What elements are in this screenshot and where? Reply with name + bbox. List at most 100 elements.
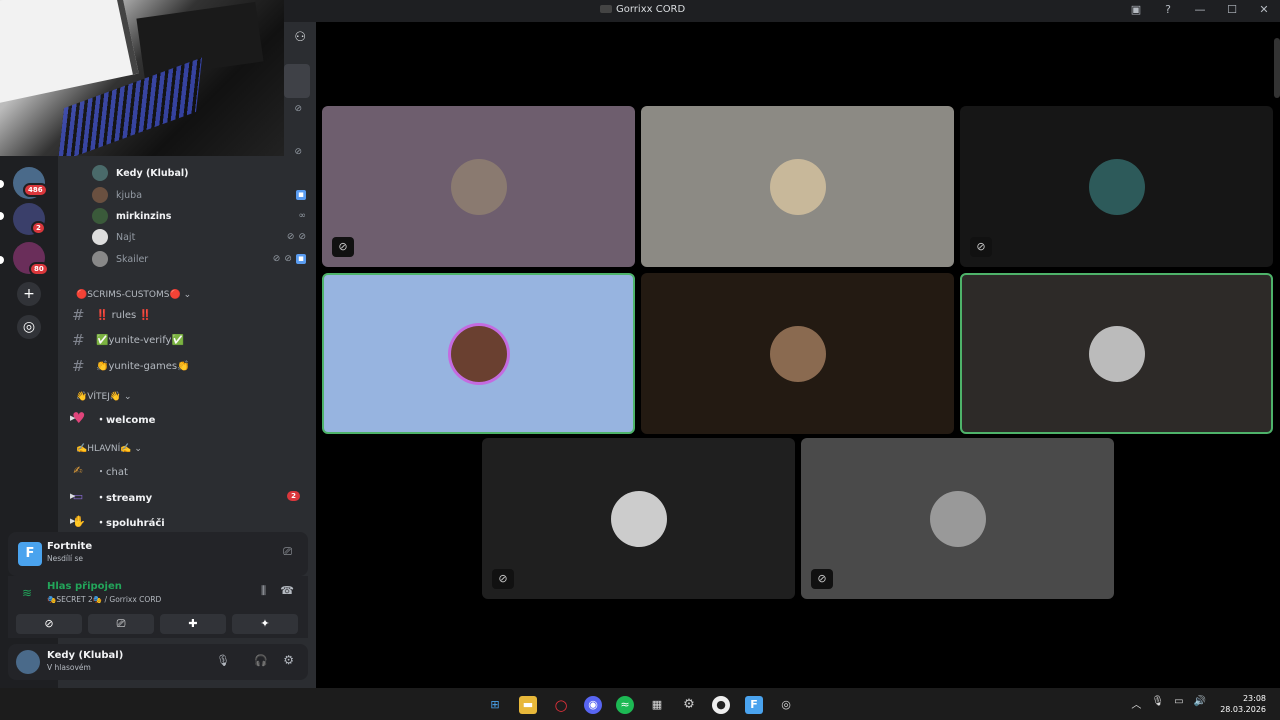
channel-welcome[interactable]: ▶ ♥ ・welcome <box>70 407 308 429</box>
hash-icon: # <box>72 357 85 375</box>
avatar <box>769 325 826 382</box>
screen-share-button[interactable]: ⎚ <box>88 614 154 634</box>
system-clock[interactable]: 23:08 28.03.2026 <box>1220 693 1266 715</box>
add-server-icon[interactable]: + <box>17 282 41 306</box>
file-explorer-icon[interactable]: ▬ <box>519 696 537 714</box>
video-tile[interactable]: ⊘ <box>801 438 1114 599</box>
voice-user[interactable]: Najt ⊘ ⊘ <box>92 227 306 247</box>
spotify-icon[interactable]: ≈ <box>616 696 634 714</box>
voice-user[interactable]: Skailer ⊘ ⊘ ▪ <box>92 249 306 269</box>
channel-rules[interactable]: # ‼️ rules ‼️ <box>72 304 308 326</box>
network-icon[interactable]: ▭ <box>1174 696 1183 711</box>
user-name[interactable]: Kedy (Klubal) <box>47 650 123 661</box>
noise-suppression-icon[interactable]: ⫼ <box>261 584 266 598</box>
voice-status[interactable]: Hlas připojen <box>47 581 122 592</box>
activities-button[interactable]: ✚ <box>160 614 226 634</box>
start-icon[interactable]: ⊞ <box>486 696 504 714</box>
channel-label: ・chat <box>96 466 128 478</box>
camera-off-icon: ⊘ <box>44 617 54 630</box>
disconnect-icon[interactable]: ☎ <box>280 584 294 597</box>
headphones-icon[interactable]: 🎧 <box>254 654 268 667</box>
help-icon[interactable]: ? <box>1160 3 1176 16</box>
minimize-button[interactable]: — <box>1192 3 1208 16</box>
add-member-icon[interactable]: ⚇ <box>294 30 306 45</box>
channel-yunite-verify[interactable]: # ✅yunite-verify✅ <box>72 329 308 351</box>
hash-icon: # <box>72 306 85 324</box>
chevron-down-icon: ⌄ <box>134 444 142 454</box>
video-tile[interactable]: ⊘ <box>482 438 795 599</box>
discover-icon[interactable]: ◎ <box>17 315 41 339</box>
channel-spoluhraci[interactable]: ▶ ✋ ・spoluhráči <box>70 510 308 532</box>
channel-streamy[interactable]: ▶ ▭ ・streamy 2 <box>70 485 308 507</box>
video-tile[interactable] <box>960 273 1273 434</box>
microphone-icon[interactable]: 🎙 <box>216 654 230 667</box>
category-label: ✍️HLAVNÍ✍️ <box>76 444 132 454</box>
avatar <box>92 187 108 203</box>
guild-pill <box>0 256 4 264</box>
voice-user[interactable]: kjuba ▪ <box>92 185 306 205</box>
voice-connection-panel: ≋ Hlas připojen 🎭SECRET 2🎭 / Gorrixx COR… <box>8 576 308 638</box>
channel-yunite-games[interactable]: # 👏yunite-games👏 <box>72 355 308 377</box>
camera-off-icon: ⊘ <box>811 569 833 589</box>
video-tile[interactable]: ⊘ <box>322 106 635 267</box>
activities-icon: ✚ <box>188 617 198 630</box>
avatar <box>769 158 826 215</box>
chrome-icon[interactable]: ◎ <box>777 696 795 714</box>
mute-icon: ⊘ <box>286 232 295 242</box>
category-label: 👋VÍTEJ👋 <box>76 392 122 402</box>
voice-user-name: Najt <box>116 231 136 243</box>
settings-gear-icon[interactable]: ⚙ <box>680 696 698 714</box>
camera-off-icon: ⊘ <box>492 569 514 589</box>
avatar <box>92 251 108 267</box>
deafen-icon: ⊘ <box>284 254 292 264</box>
hash-icon: # <box>72 331 85 349</box>
voice-channel[interactable]: 🎭SECRET 2🎭 / Gorrixx CORD <box>47 595 161 604</box>
soundboard-icon: ✦ <box>260 617 270 630</box>
video-tile[interactable] <box>641 273 954 434</box>
guild-folder-1[interactable]: 486 <box>13 167 48 199</box>
video-tile[interactable] <box>641 106 954 267</box>
category-scrims[interactable]: 🔴SCRIMS-CUSTOMS🔴 ⌄ <box>76 290 191 300</box>
maximize-button[interactable]: ☐ <box>1224 3 1240 16</box>
category-vitej[interactable]: 👋VÍTEJ👋 ⌄ <box>76 392 131 402</box>
discord-icon[interactable]: ◉ <box>584 696 602 714</box>
activity-status: Nesdílí se <box>47 554 84 563</box>
channel-selected-bg <box>284 64 310 98</box>
deafen-icon: ⊘ <box>294 147 302 157</box>
opera-icon[interactable]: ○ <box>552 696 570 714</box>
stream-icon[interactable]: ⎚ <box>283 545 292 559</box>
category-hlavni[interactable]: ✍️HLAVNÍ✍️ ⌄ <box>76 444 142 454</box>
camera-toggle-button[interactable]: ⊘ <box>16 614 82 634</box>
voice-user[interactable]: Kedy (Klubal) <box>92 163 306 183</box>
deafen-icon: ⊘ <box>294 104 302 114</box>
inbox-icon[interactable]: ▣ <box>1128 3 1144 16</box>
video-tile[interactable] <box>322 273 635 434</box>
avatar[interactable] <box>16 650 40 674</box>
guild-folder-3[interactable]: 80 <box>13 242 49 276</box>
soundboard-button[interactable]: ✦ <box>232 614 298 634</box>
channel-label: ✅yunite-verify✅ <box>96 334 184 346</box>
channel-label: ‼️ rules ‼️ <box>96 309 152 321</box>
video-tile[interactable]: ⊘ <box>960 106 1273 267</box>
app-icon[interactable]: ▦ <box>648 696 666 714</box>
guild-folder-2[interactable]: 2 <box>13 203 46 235</box>
voice-user[interactable]: mirkinzins ∞ <box>92 206 306 226</box>
window-title-text: Gorrixx CORD <box>616 4 686 15</box>
activity-panel[interactable]: F Fortnite Nesdílí se ⎚ <box>8 532 308 576</box>
close-button[interactable]: ✕ <box>1256 3 1272 16</box>
chevron-up-icon[interactable]: ︿ <box>1131 696 1141 711</box>
fortnite-icon[interactable]: F <box>745 696 763 714</box>
channel-label: ・streamy <box>96 492 153 504</box>
taskbar: ⊞ ▬ ○ ◉ ≈ ▦ ⚙ ● F ◎ ︿ 🎙 ▭ 🔊 23:08 28.03.2… <box>0 688 1280 720</box>
scrollbar[interactable] <box>1274 38 1280 98</box>
microphone-icon[interactable]: 🎙 <box>1151 696 1164 711</box>
channel-chat[interactable]: ✍ ・chat <box>72 459 308 481</box>
obs-icon[interactable]: ● <box>712 696 730 714</box>
guild-pill <box>0 180 4 188</box>
settings-gear-icon[interactable]: ⚙ <box>283 653 294 667</box>
fortnite-icon: F <box>18 542 42 566</box>
screen-share-icon: ⎚ <box>116 617 126 630</box>
camera-off-icon: ⊘ <box>970 237 992 257</box>
voice-user-name: Skailer <box>116 253 149 265</box>
volume-icon[interactable]: 🔊 <box>1194 696 1206 711</box>
